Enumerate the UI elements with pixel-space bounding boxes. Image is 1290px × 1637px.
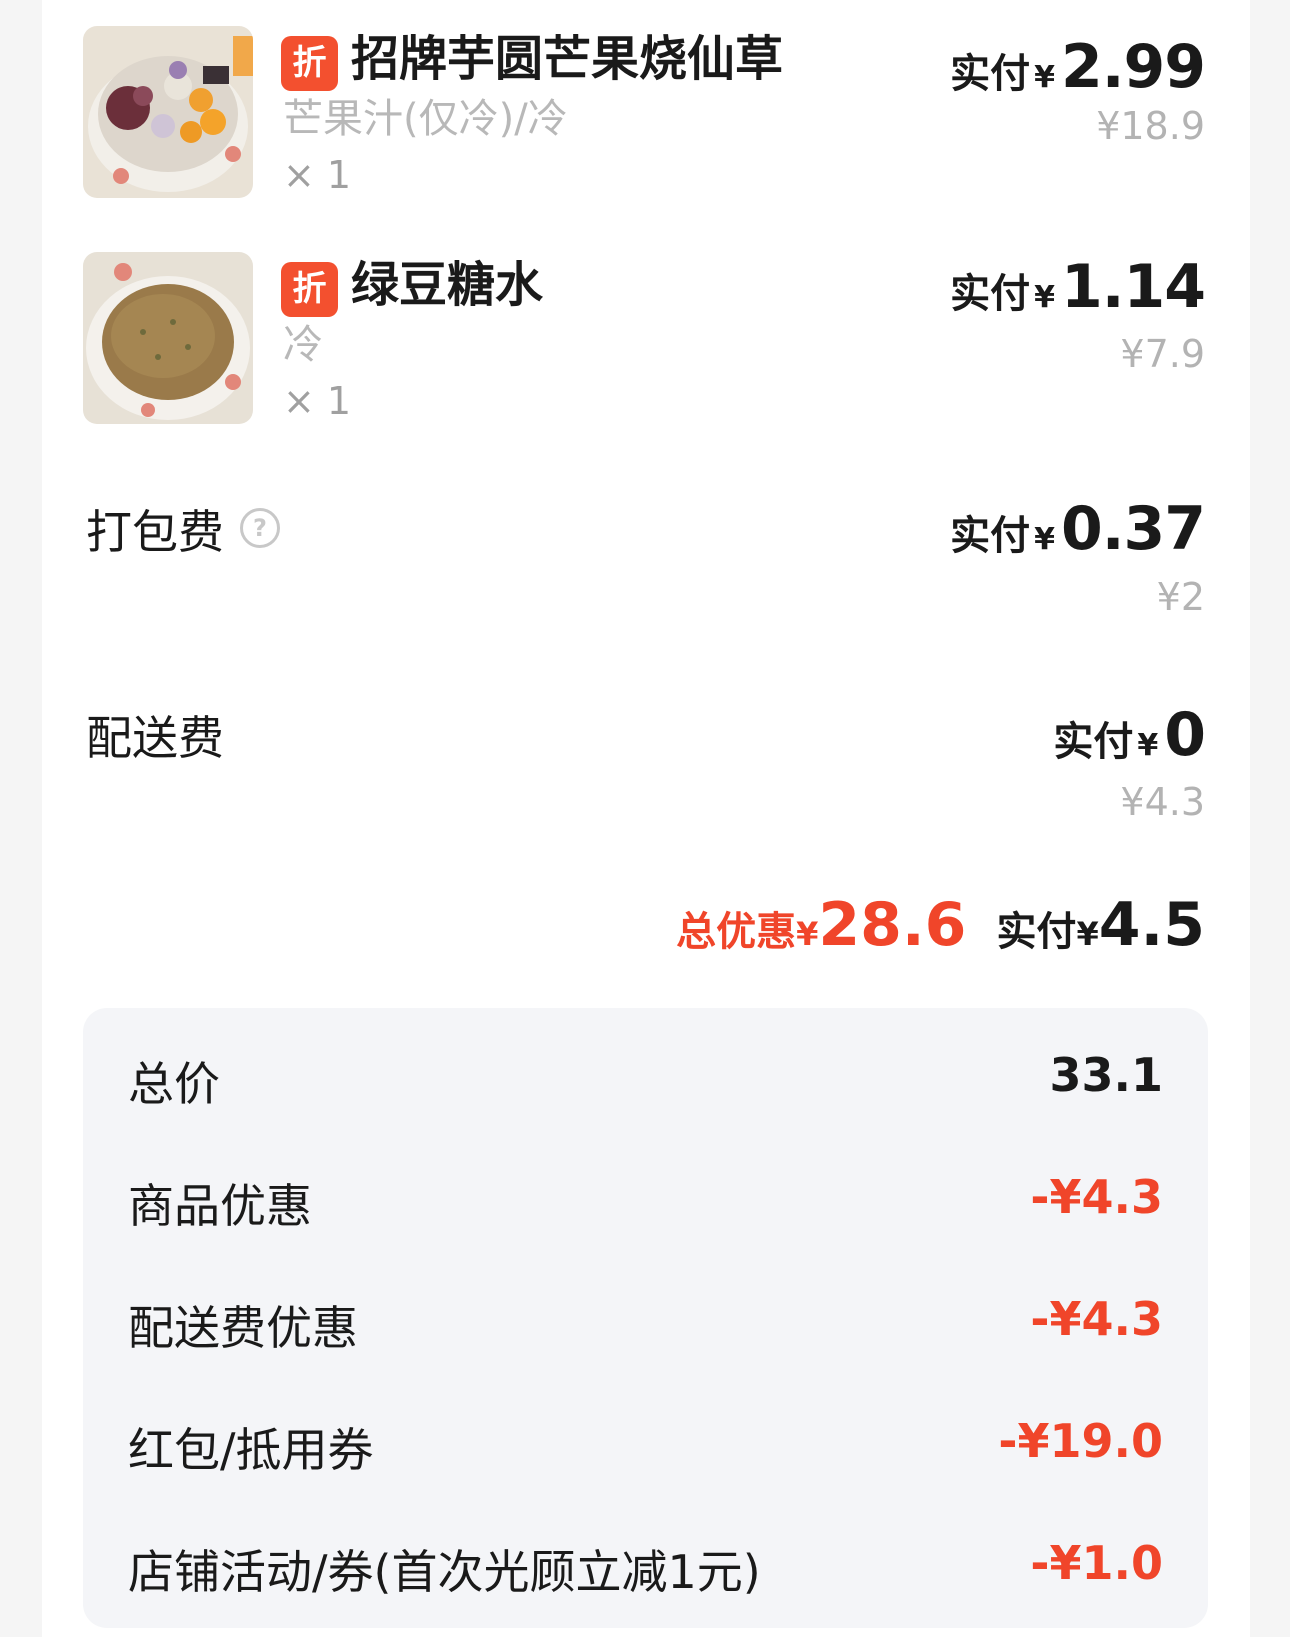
breakdown-row-store-promo: 店铺活动/券(首次光顾立减1元) -¥1.0 bbox=[83, 1514, 1208, 1624]
breakdown-row-coupon: 红包/抵用券 -¥19.0 bbox=[83, 1392, 1208, 1502]
actual-pay-value: 0 bbox=[1164, 700, 1206, 770]
item-name: 绿豆糖水 bbox=[351, 257, 544, 313]
price-breakdown-panel: 总价 33.1 商品优惠 -¥4.3 配送费优惠 -¥4.3 红包/抵用券 -¥… bbox=[83, 1008, 1208, 1628]
item-spec: 冷 bbox=[283, 322, 323, 368]
total-pay-label: 实付 bbox=[996, 909, 1077, 955]
order-summary-line: 总优惠¥28.6 实付¥4.5 bbox=[676, 890, 1205, 960]
actual-pay-label: 实付 bbox=[950, 513, 1031, 559]
actual-pay-value: 0.37 bbox=[1060, 494, 1206, 564]
currency-symbol: ¥ bbox=[1034, 60, 1055, 95]
actual-pay-value: 2.99 bbox=[1060, 32, 1206, 102]
total-discount-value: 28.6 bbox=[818, 890, 967, 960]
delivery-fee-label: 配送费 bbox=[86, 711, 224, 765]
item-original-price: ¥18.9 bbox=[1096, 104, 1205, 148]
item-original-price: ¥7.9 bbox=[1120, 332, 1205, 376]
actual-pay-label: 实付 bbox=[1053, 719, 1134, 765]
total-pay-value: 4.5 bbox=[1098, 890, 1205, 960]
order-item[interactable]: 折 绿豆糖水 冷 × 1 实付 ¥1.14 ¥7.9 bbox=[83, 252, 1206, 427]
currency-symbol: ¥ bbox=[796, 915, 819, 953]
breakdown-value: -¥4.3 bbox=[1030, 1170, 1163, 1224]
packing-fee-label: 打包费 bbox=[86, 505, 224, 559]
breakdown-label: 总价 bbox=[128, 1057, 220, 1111]
item-quantity: × 1 bbox=[283, 379, 352, 423]
breakdown-label: 红包/抵用券 bbox=[128, 1423, 374, 1477]
currency-symbol: ¥ bbox=[1137, 728, 1159, 763]
delivery-fee-actual-pay: 实付 ¥0 bbox=[1053, 700, 1206, 770]
question-circle-icon[interactable]: ? bbox=[240, 508, 280, 548]
breakdown-value: -¥4.3 bbox=[1030, 1292, 1163, 1346]
actual-pay-label: 实付 bbox=[950, 51, 1031, 97]
breakdown-value: -¥1.0 bbox=[1030, 1536, 1163, 1590]
breakdown-value: 33.1 bbox=[1049, 1048, 1164, 1102]
total-discount-label: 总优惠 bbox=[676, 909, 797, 955]
breakdown-row-total: 总价 33.1 bbox=[83, 1026, 1208, 1136]
actual-pay-label: 实付 bbox=[950, 271, 1031, 317]
currency-symbol: ¥ bbox=[1034, 522, 1055, 557]
currency-symbol: ¥ bbox=[1034, 280, 1055, 315]
order-item[interactable]: 折 招牌芋圆芒果烧仙草 芒果汁(仅冷)/冷 × 1 实付 ¥2.99 ¥18.9 bbox=[83, 26, 1206, 201]
packing-fee-actual-pay: 实付 ¥0.37 bbox=[950, 494, 1206, 564]
item-spec: 芒果汁(仅冷)/冷 bbox=[283, 96, 568, 142]
product-image-mango-grass-jelly bbox=[83, 26, 253, 198]
breakdown-label: 店铺活动/券(首次光顾立减1元) bbox=[128, 1545, 761, 1599]
packing-fee-original-price: ¥2 bbox=[1156, 575, 1205, 619]
delivery-fee-original-price: ¥4.3 bbox=[1120, 780, 1205, 824]
product-image-mung-bean-soup bbox=[83, 252, 253, 424]
item-quantity: × 1 bbox=[283, 153, 352, 197]
actual-pay-value: 1.14 bbox=[1060, 252, 1206, 322]
discount-badge: 折 bbox=[281, 262, 338, 317]
breakdown-label: 商品优惠 bbox=[128, 1179, 312, 1233]
discount-badge: 折 bbox=[281, 36, 338, 91]
breakdown-row-delivery-discount: 配送费优惠 -¥4.3 bbox=[83, 1270, 1208, 1380]
breakdown-value: -¥19.0 bbox=[998, 1414, 1163, 1468]
breakdown-row-product-discount: 商品优惠 -¥4.3 bbox=[83, 1148, 1208, 1258]
breakdown-label: 配送费优惠 bbox=[128, 1301, 358, 1355]
item-name: 招牌芋圆芒果烧仙草 bbox=[351, 31, 784, 87]
currency-symbol: ¥ bbox=[1076, 915, 1099, 953]
item-actual-pay: 实付 ¥1.14 bbox=[950, 252, 1206, 322]
item-actual-pay: 实付 ¥2.99 bbox=[950, 32, 1206, 102]
